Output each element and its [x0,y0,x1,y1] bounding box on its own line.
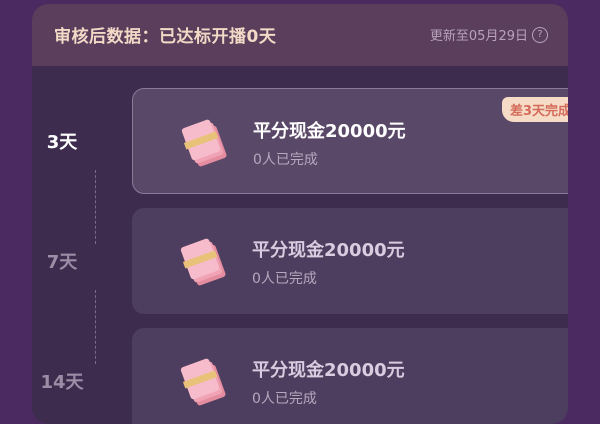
remaining-days-badge: 差3天完成 [501,97,568,122]
panel-header: 审核后数据：已达标开播0天 更新至05月29日 ? [32,4,568,66]
day-label-7: 7天 [46,252,78,273]
reward-title: 平分现金20000元 [252,240,405,261]
update-info[interactable]: 更新至05月29日 ? [430,25,548,44]
cash-stack-icon [180,238,226,286]
cash-stack-icon [180,358,226,406]
timeline-connector [95,170,96,244]
reward-card-14-days[interactable]: 平分现金20000元 0人已完成 [132,328,568,424]
reward-completed-count: 0人已完成 [252,391,317,407]
info-icon[interactable]: ? [532,26,548,43]
reward-title: 平分现金20000元 [252,360,405,381]
reward-card-7-days[interactable]: 平分现金20000元 0人已完成 [132,208,568,314]
day-label-3: 3天 [46,132,78,153]
cash-stack-icon [181,119,227,167]
update-text: 更新至05月29日 [429,29,528,44]
reward-panel: 审核后数据：已达标开播0天 更新至05月29日 ? 3天 平分现金20000元 … [32,4,568,424]
day-label-14: 14天 [40,372,84,393]
reward-title: 平分现金20000元 [253,121,406,142]
reward-card-3-days[interactable]: 平分现金20000元 0人已完成 差3天完成 [132,88,568,194]
timeline-connector [95,290,96,364]
reward-completed-count: 0人已完成 [253,152,318,168]
header-title: 审核后数据：已达标开播0天 [54,27,277,47]
reward-completed-count: 0人已完成 [252,271,317,287]
